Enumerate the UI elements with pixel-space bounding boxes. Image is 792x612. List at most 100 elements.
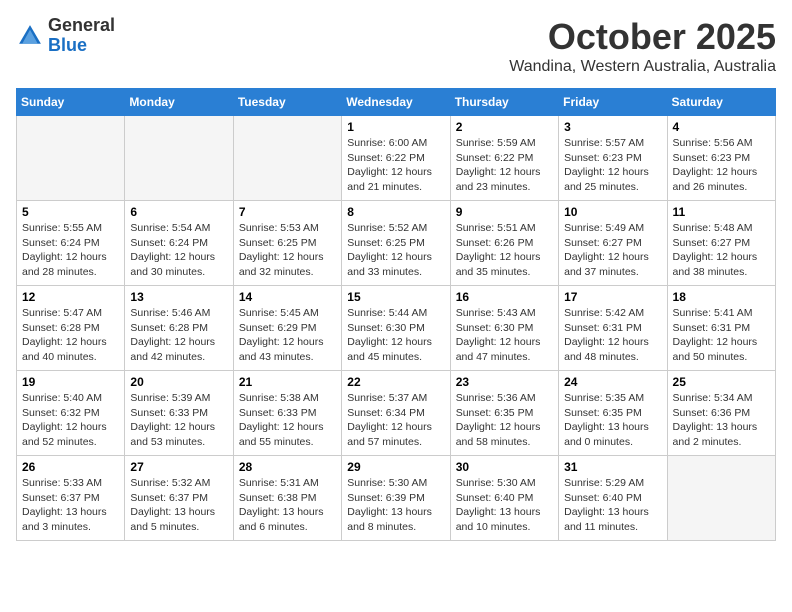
page-header: General Blue October 2025 Wandina, Weste… (16, 16, 776, 76)
calendar-cell: 12Sunrise: 5:47 AM Sunset: 6:28 PM Dayli… (17, 286, 125, 371)
day-info: Sunrise: 5:41 AM Sunset: 6:31 PM Dayligh… (673, 306, 770, 365)
day-info: Sunrise: 5:49 AM Sunset: 6:27 PM Dayligh… (564, 221, 661, 280)
day-info: Sunrise: 5:29 AM Sunset: 6:40 PM Dayligh… (564, 476, 661, 535)
week-row: 1Sunrise: 6:00 AM Sunset: 6:22 PM Daylig… (17, 116, 776, 201)
calendar-cell: 14Sunrise: 5:45 AM Sunset: 6:29 PM Dayli… (233, 286, 341, 371)
weekday-header: Thursday (450, 89, 558, 116)
day-info: Sunrise: 5:57 AM Sunset: 6:23 PM Dayligh… (564, 136, 661, 195)
day-info: Sunrise: 5:32 AM Sunset: 6:37 PM Dayligh… (130, 476, 227, 535)
day-number: 21 (239, 375, 336, 389)
day-info: Sunrise: 5:56 AM Sunset: 6:23 PM Dayligh… (673, 136, 770, 195)
calendar-cell: 6 Sunrise: 5:54 AM Sunset: 6:24 PM Daylig… (125, 201, 233, 286)
weekday-header: Monday (125, 89, 233, 116)
calendar-cell: 9 Sunrise: 5:51 AM Sunset: 6:26 PM Daylig… (450, 201, 558, 286)
calendar-cell: 18 Sunrise: 5:41 AM Sunset: 6:31 PM Dayli… (667, 286, 775, 371)
day-number: 30 (456, 460, 553, 474)
calendar-cell: 17 Sunrise: 5:42 AM Sunset: 6:31 PM Dayli… (559, 286, 667, 371)
calendar: SundayMondayTuesdayWednesdayThursdayFrid… (16, 88, 776, 541)
day-number: 4 (673, 120, 770, 134)
logo-text: General Blue (48, 16, 115, 56)
calendar-cell: 2 Sunrise: 5:59 AM Sunset: 6:22 PM Daylig… (450, 116, 558, 201)
day-info: Sunrise: 5:30 AM Sunset: 6:39 PM Dayligh… (347, 476, 444, 535)
calendar-cell: 30 Sunrise: 5:30 AM Sunset: 6:40 PM Dayli… (450, 456, 558, 541)
day-info: Sunrise: 5:59 AM Sunset: 6:22 PM Dayligh… (456, 136, 553, 195)
calendar-cell: 29Sunrise: 5:30 AM Sunset: 6:39 PM Dayli… (342, 456, 450, 541)
calendar-cell: 7 Sunrise: 5:53 AM Sunset: 6:25 PM Daylig… (233, 201, 341, 286)
weekday-header-row: SundayMondayTuesdayWednesdayThursdayFrid… (17, 89, 776, 116)
calendar-cell (667, 456, 775, 541)
calendar-cell: 1Sunrise: 6:00 AM Sunset: 6:22 PM Daylig… (342, 116, 450, 201)
day-info: Sunrise: 5:54 AM Sunset: 6:24 PM Dayligh… (130, 221, 227, 280)
day-number: 9 (456, 205, 553, 219)
day-info: Sunrise: 5:36 AM Sunset: 6:35 PM Dayligh… (456, 391, 553, 450)
day-info: Sunrise: 5:31 AM Sunset: 6:38 PM Dayligh… (239, 476, 336, 535)
day-info: Sunrise: 5:42 AM Sunset: 6:31 PM Dayligh… (564, 306, 661, 365)
logo-icon (16, 22, 44, 50)
day-number: 1 (347, 120, 444, 134)
day-number: 20 (130, 375, 227, 389)
day-info: Sunrise: 5:53 AM Sunset: 6:25 PM Dayligh… (239, 221, 336, 280)
calendar-cell: 16 Sunrise: 5:43 AM Sunset: 6:30 PM Dayli… (450, 286, 558, 371)
day-info: Sunrise: 5:35 AM Sunset: 6:35 PM Dayligh… (564, 391, 661, 450)
title-block: October 2025 Wandina, Western Australia,… (509, 16, 776, 76)
logo: General Blue (16, 16, 115, 56)
day-number: 25 (673, 375, 770, 389)
day-number: 18 (673, 290, 770, 304)
day-number: 15 (347, 290, 444, 304)
calendar-cell (233, 116, 341, 201)
calendar-cell: 8Sunrise: 5:52 AM Sunset: 6:25 PM Daylig… (342, 201, 450, 286)
day-number: 12 (22, 290, 119, 304)
day-info: Sunrise: 5:51 AM Sunset: 6:26 PM Dayligh… (456, 221, 553, 280)
calendar-cell: 19Sunrise: 5:40 AM Sunset: 6:32 PM Dayli… (17, 371, 125, 456)
day-number: 13 (130, 290, 227, 304)
day-number: 2 (456, 120, 553, 134)
day-info: Sunrise: 5:48 AM Sunset: 6:27 PM Dayligh… (673, 221, 770, 280)
calendar-cell: 21 Sunrise: 5:38 AM Sunset: 6:33 PM Dayli… (233, 371, 341, 456)
day-info: Sunrise: 5:55 AM Sunset: 6:24 PM Dayligh… (22, 221, 119, 280)
day-number: 17 (564, 290, 661, 304)
day-info: Sunrise: 5:34 AM Sunset: 6:36 PM Dayligh… (673, 391, 770, 450)
weekday-header: Tuesday (233, 89, 341, 116)
calendar-cell: 15 Sunrise: 5:44 AM Sunset: 6:30 PM Dayli… (342, 286, 450, 371)
day-number: 14 (239, 290, 336, 304)
day-info: Sunrise: 5:40 AM Sunset: 6:32 PM Dayligh… (22, 391, 119, 450)
weekday-header: Wednesday (342, 89, 450, 116)
day-number: 7 (239, 205, 336, 219)
day-number: 22 (347, 375, 444, 389)
location: Wandina, Western Australia, Australia (509, 58, 776, 76)
calendar-cell: 26 Sunrise: 5:33 AM Sunset: 6:37 PM Dayli… (17, 456, 125, 541)
calendar-cell: 27 Sunrise: 5:32 AM Sunset: 6:37 PM Dayli… (125, 456, 233, 541)
calendar-cell: 13 Sunrise: 5:46 AM Sunset: 6:28 PM Dayli… (125, 286, 233, 371)
week-row: 19Sunrise: 5:40 AM Sunset: 6:32 PM Dayli… (17, 371, 776, 456)
weekday-header: Sunday (17, 89, 125, 116)
day-number: 26 (22, 460, 119, 474)
calendar-cell: 11 Sunrise: 5:48 AM Sunset: 6:27 PM Dayli… (667, 201, 775, 286)
day-number: 3 (564, 120, 661, 134)
day-info: Sunrise: 5:44 AM Sunset: 6:30 PM Dayligh… (347, 306, 444, 365)
day-info: Sunrise: 5:37 AM Sunset: 6:34 PM Dayligh… (347, 391, 444, 450)
day-number: 24 (564, 375, 661, 389)
calendar-cell: 20Sunrise: 5:39 AM Sunset: 6:33 PM Dayli… (125, 371, 233, 456)
day-info: Sunrise: 5:46 AM Sunset: 6:28 PM Dayligh… (130, 306, 227, 365)
weekday-header: Friday (559, 89, 667, 116)
day-info: Sunrise: 5:38 AM Sunset: 6:33 PM Dayligh… (239, 391, 336, 450)
day-number: 27 (130, 460, 227, 474)
day-info: Sunrise: 5:33 AM Sunset: 6:37 PM Dayligh… (22, 476, 119, 535)
day-number: 16 (456, 290, 553, 304)
calendar-cell: 22 Sunrise: 5:37 AM Sunset: 6:34 PM Dayli… (342, 371, 450, 456)
day-number: 31 (564, 460, 661, 474)
calendar-cell: 23Sunrise: 5:36 AM Sunset: 6:35 PM Dayli… (450, 371, 558, 456)
day-info: Sunrise: 5:30 AM Sunset: 6:40 PM Dayligh… (456, 476, 553, 535)
calendar-cell: 25 Sunrise: 5:34 AM Sunset: 6:36 PM Dayli… (667, 371, 775, 456)
day-info: Sunrise: 5:43 AM Sunset: 6:30 PM Dayligh… (456, 306, 553, 365)
calendar-cell (17, 116, 125, 201)
calendar-cell: 24 Sunrise: 5:35 AM Sunset: 6:35 PM Dayli… (559, 371, 667, 456)
calendar-cell (125, 116, 233, 201)
weekday-header: Saturday (667, 89, 775, 116)
week-row: 12Sunrise: 5:47 AM Sunset: 6:28 PM Dayli… (17, 286, 776, 371)
calendar-cell: 28Sunrise: 5:31 AM Sunset: 6:38 PM Dayli… (233, 456, 341, 541)
day-info: Sunrise: 5:52 AM Sunset: 6:25 PM Dayligh… (347, 221, 444, 280)
day-number: 6 (130, 205, 227, 219)
week-row: 26 Sunrise: 5:33 AM Sunset: 6:37 PM Dayli… (17, 456, 776, 541)
day-number: 11 (673, 205, 770, 219)
